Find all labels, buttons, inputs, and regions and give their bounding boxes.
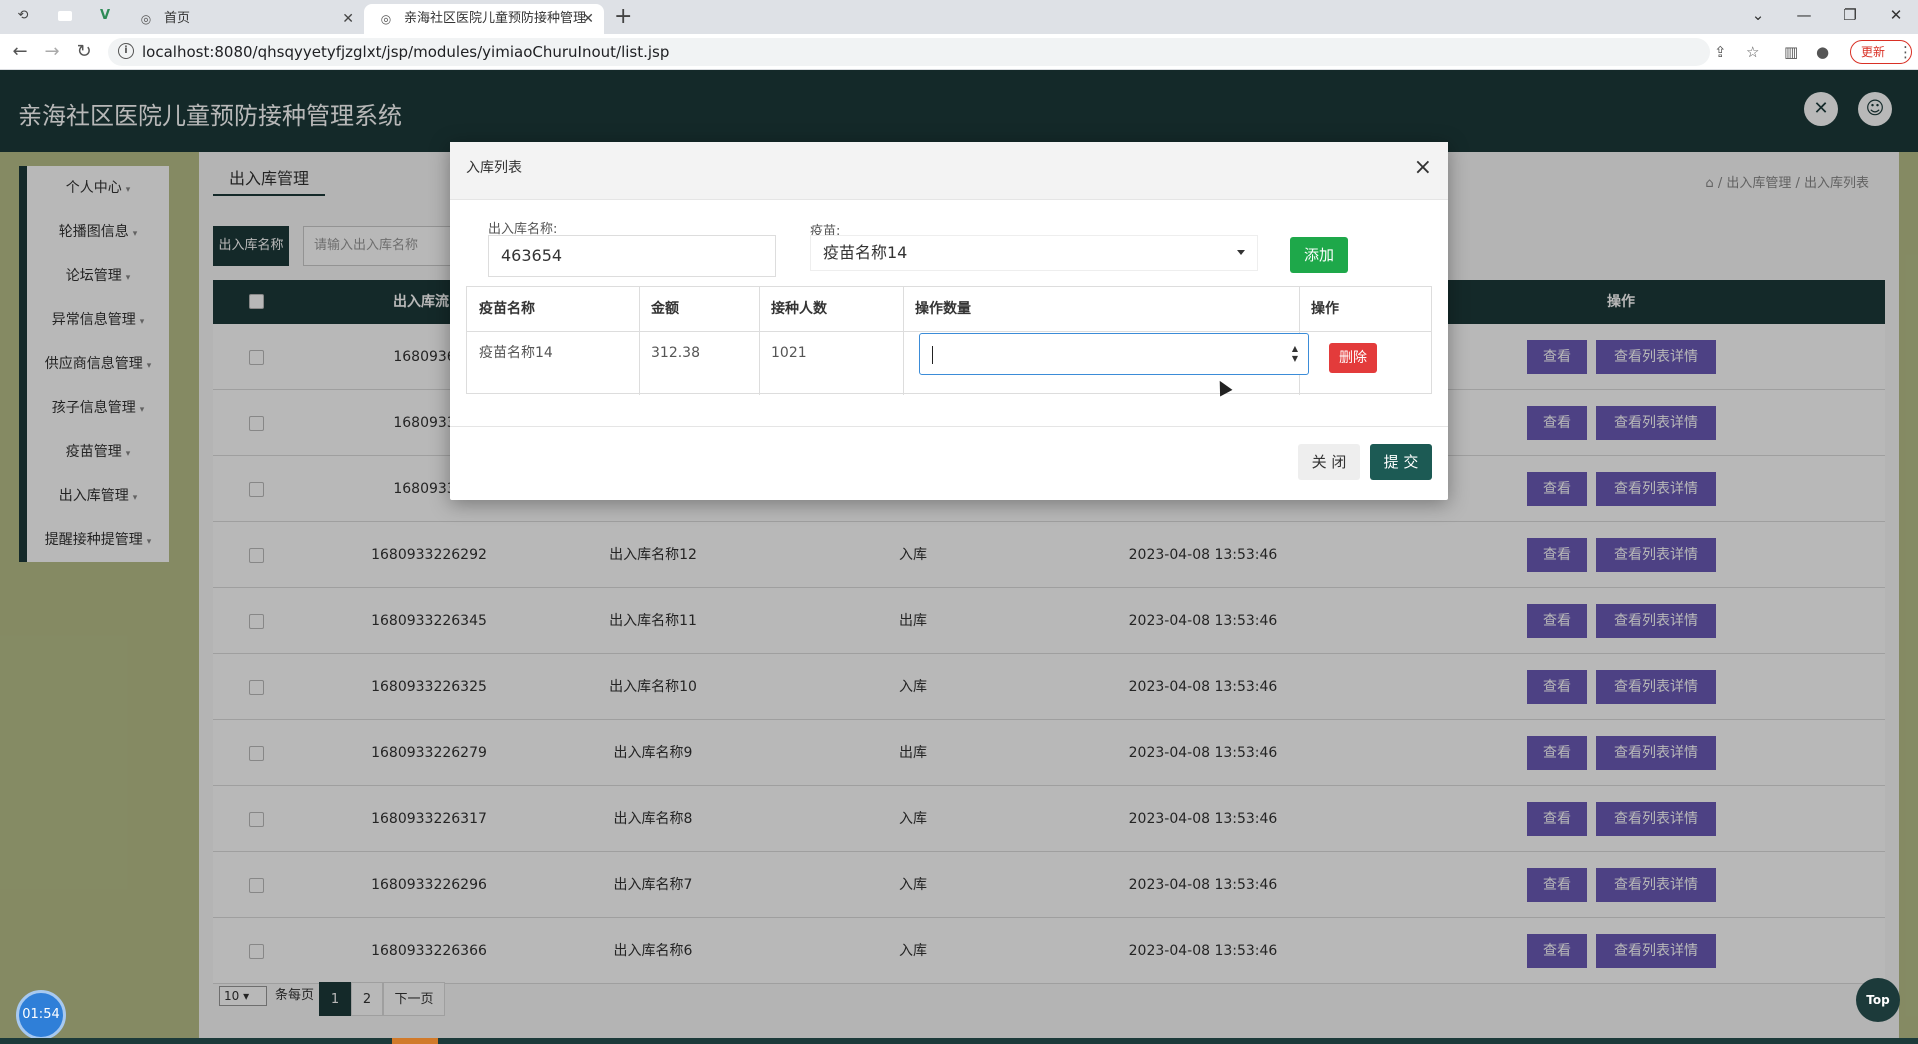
back-icon[interactable]: ← (8, 40, 32, 64)
col-count: 接种人数 (771, 301, 827, 317)
restore-icon[interactable]: ❐ (1830, 2, 1870, 28)
reload-icon[interactable]: ↻ (72, 40, 96, 64)
forward-icon[interactable]: → (40, 40, 64, 64)
modal-header: 入库列表 × (450, 142, 1448, 200)
browser-history-icon[interactable]: ⟲ (14, 7, 32, 25)
add-button[interactable]: 添加 (1290, 237, 1348, 273)
menu-dots-icon[interactable]: ⋮ (1898, 43, 1913, 61)
quantity-stepper[interactable]: ▲ ▼ (919, 333, 1309, 375)
col-amount: 金额 (651, 301, 679, 317)
tab-search-icon[interactable]: ⌄ (1738, 2, 1778, 28)
dropdown-arrow-icon (1237, 250, 1245, 255)
col-quantity: 操作数量 (915, 301, 971, 317)
tab-close-icon[interactable]: ✕ (342, 4, 354, 34)
new-tab-button[interactable]: + (614, 4, 632, 30)
globe-icon: ◎ (140, 12, 152, 26)
modal-title: 入库列表 (466, 160, 522, 176)
table-divider (903, 287, 904, 395)
profile-icon[interactable]: ● (1816, 43, 1829, 61)
inout-name-input[interactable]: 463654 (488, 235, 776, 277)
pinned-page-icon[interactable] (58, 11, 72, 21)
cell-vaccine-name: 疫苗名称14 (479, 345, 553, 361)
site-info-icon[interactable]: i (118, 43, 134, 59)
vaccine-select[interactable]: 疫苗名称14 (810, 235, 1258, 271)
col-vaccine-name: 疫苗名称 (479, 301, 535, 317)
table-divider (467, 331, 1431, 332)
vaccine-items-table: 疫苗名称 金额 接种人数 操作数量 操作 疫苗名称14 312.38 1021 … (466, 286, 1432, 395)
vaccine-select-value: 疫苗名称14 (823, 243, 908, 262)
tab-active[interactable]: ◎ 亲海社区医院儿童预防接种管理 ✕ (364, 4, 604, 34)
back-to-top-button[interactable]: Top (1856, 978, 1900, 1022)
tab-close-icon[interactable]: ✕ (582, 4, 594, 34)
cell-count: 1021 (771, 345, 807, 361)
inbound-modal: 入库列表 × 出入库名称: 463654 疫苗: 疫苗名称14 添加 疫苗名称 … (450, 142, 1448, 500)
tab-home[interactable]: ◎ 首页 ✕ (124, 4, 364, 34)
share-icon[interactable]: ⇪ (1714, 43, 1727, 61)
text-caret (932, 346, 933, 364)
modal-close-icon[interactable]: × (1414, 156, 1432, 180)
timer-badge[interactable]: 01:54 (16, 990, 66, 1040)
spinner-arrows-icon[interactable]: ▲ ▼ (1292, 344, 1298, 364)
browser-tabbar: ⟲ V ◎ 首页 ✕ ◎ 亲海社区医院儿童预防接种管理 ✕ + ⌄ — ❐ ✕ (0, 0, 1918, 34)
minimize-icon[interactable]: — (1784, 2, 1824, 28)
vue-icon[interactable]: V (96, 7, 114, 25)
taskbar-strip (0, 1038, 1918, 1044)
bookmark-star-icon[interactable]: ☆ (1746, 43, 1759, 61)
side-panel-icon[interactable]: ▥ (1784, 43, 1798, 61)
url-text: localhost:8080/qhsqyyetyfjzglxt/jsp/modu… (142, 43, 670, 61)
url-field[interactable]: i localhost:8080/qhsqyyetyfjzglxt/jsp/mo… (108, 38, 1710, 66)
cell-amount: 312.38 (651, 345, 700, 361)
delete-button[interactable]: 删除 (1329, 343, 1377, 373)
browser-addressbar: ← → ↻ i localhost:8080/qhsqyyetyfjzglxt/… (0, 34, 1918, 70)
taskbar-accent (392, 1038, 438, 1044)
window-close-icon[interactable]: ✕ (1876, 2, 1916, 28)
tab-home-label: 首页 (164, 11, 191, 26)
modal-footer-divider (450, 426, 1448, 427)
close-button[interactable]: 关 闭 (1298, 444, 1360, 480)
tab-active-label: 亲海社区医院儿童预防接种管理 (404, 11, 587, 26)
submit-button[interactable]: 提 交 (1370, 444, 1432, 480)
col-action: 操作 (1311, 301, 1339, 317)
globe-icon: ◎ (380, 12, 392, 26)
